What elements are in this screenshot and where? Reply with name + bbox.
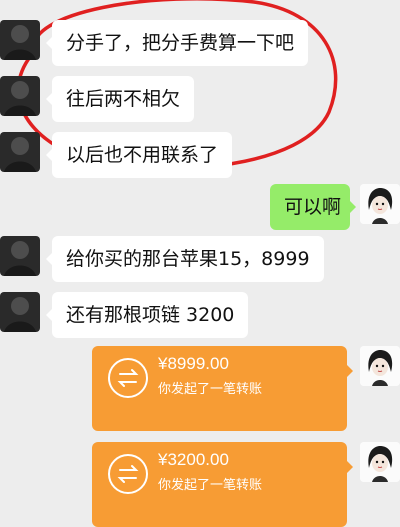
message-bubble[interactable]: 往后两不相欠 [45, 76, 195, 122]
transfer-card[interactable]: ¥3200.00 你发起了一笔转账 [92, 442, 353, 527]
avatar[interactable] [0, 76, 40, 116]
avatar-girl-drawing-icon [360, 346, 400, 386]
avatar-dark-figure-icon [0, 132, 40, 172]
avatar-self[interactable] [360, 442, 400, 482]
message-bubble[interactable]: 还有那根项链 3200 [45, 292, 249, 338]
transfer-amount: ¥8999.00 [158, 354, 229, 373]
transfer-description: 你发起了一笔转账 [158, 382, 263, 397]
avatar-dark-figure-icon [0, 236, 40, 276]
avatar-self[interactable] [360, 346, 400, 386]
transfer-card[interactable]: ¥8999.00 你发起了一笔转账 [92, 346, 353, 431]
transfer-arrows-icon [108, 358, 148, 398]
avatar-dark-figure-icon [0, 76, 40, 116]
avatar[interactable] [0, 292, 40, 332]
avatar[interactable] [0, 132, 40, 172]
avatar[interactable] [0, 20, 40, 60]
message-bubble[interactable]: 分手了，把分手费算一下吧 [45, 20, 309, 66]
message-bubble-self[interactable]: 可以啊 [270, 184, 356, 230]
transfer-amount: ¥3200.00 [158, 450, 229, 469]
avatar[interactable] [0, 236, 40, 276]
avatar-dark-figure-icon [0, 20, 40, 60]
message-bubble[interactable]: 以后也不用联系了 [45, 132, 233, 178]
avatar-girl-drawing-icon [360, 184, 400, 224]
avatar-self[interactable] [360, 184, 400, 224]
transfer-description: 你发起了一笔转账 [158, 478, 263, 493]
avatar-dark-figure-icon [0, 292, 40, 332]
transfer-arrows-icon [108, 454, 148, 494]
message-bubble[interactable]: 给你买的那台苹果15，8999 [46, 236, 324, 282]
avatar-girl-drawing-icon [360, 442, 400, 482]
